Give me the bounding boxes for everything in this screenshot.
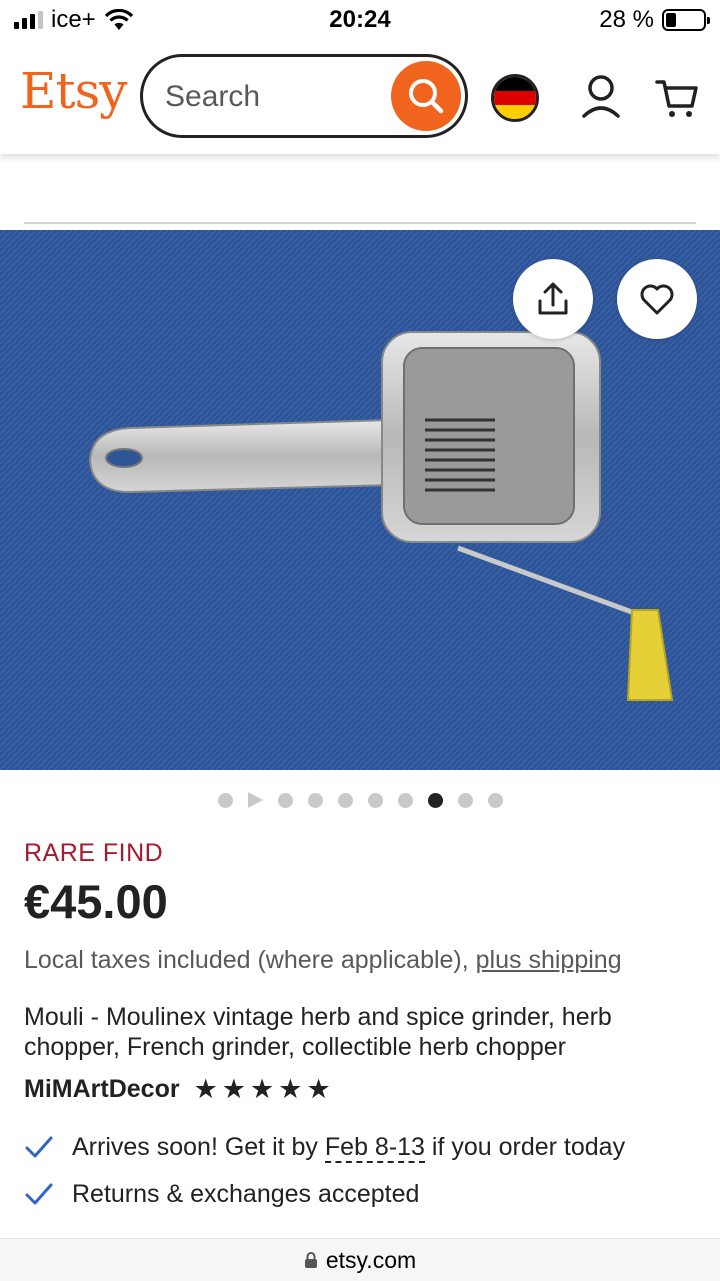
divider bbox=[24, 222, 696, 224]
rating-stars[interactable]: ★ ★ ★ ★ ★ bbox=[194, 1076, 331, 1103]
returns-text: Returns & exchanges accepted bbox=[72, 1179, 420, 1208]
battery-icon bbox=[662, 9, 710, 31]
carousel-dot[interactable] bbox=[277, 792, 293, 808]
site-header: Etsy bbox=[0, 44, 720, 154]
carousel-dot[interactable] bbox=[337, 792, 353, 808]
search-input[interactable] bbox=[165, 75, 385, 119]
carousel-dot[interactable] bbox=[217, 792, 233, 808]
heart-icon bbox=[640, 284, 674, 315]
carousel-dot[interactable] bbox=[457, 792, 473, 808]
returns-info: Returns & exchanges accepted bbox=[24, 1179, 419, 1209]
arrival-suffix: if you order today bbox=[431, 1132, 626, 1161]
etsy-logo[interactable]: Etsy bbox=[20, 62, 127, 120]
carousel-video-indicator[interactable] bbox=[247, 792, 263, 808]
arrival-prefix: Arrives soon! Get it by bbox=[72, 1132, 318, 1161]
lock-icon bbox=[304, 1252, 317, 1268]
cart-icon[interactable] bbox=[654, 72, 700, 122]
arrival-info: Arrives soon! Get it by Feb 8-13 if you … bbox=[24, 1132, 626, 1163]
status-right: 28 % bbox=[599, 6, 710, 34]
browser-url-bar[interactable]: etsy.com bbox=[0, 1238, 720, 1281]
tax-text: Local taxes included (where applicable), bbox=[24, 946, 469, 974]
share-button[interactable] bbox=[513, 259, 593, 339]
image-carousel-dots bbox=[0, 792, 720, 808]
plus-shipping-link[interactable]: plus shipping bbox=[476, 946, 622, 974]
search-bar[interactable] bbox=[140, 54, 468, 138]
price: €45.00 bbox=[24, 875, 168, 928]
rare-find-badge: RARE FIND bbox=[24, 839, 164, 867]
star-icon: ★ bbox=[193, 1074, 218, 1104]
shop-row: MiMArtDecor ★ ★ ★ ★ ★ bbox=[24, 1075, 331, 1104]
battery-percent: 28 % bbox=[599, 6, 654, 33]
germany-flag-icon[interactable] bbox=[491, 74, 539, 122]
shop-name[interactable]: MiMArtDecor bbox=[24, 1075, 180, 1104]
status-bar: ice+ 20:24 28 % bbox=[0, 0, 720, 40]
listing-title: Mouli - Moulinex vintage herb and spice … bbox=[24, 1003, 612, 1061]
product-photo-grinder bbox=[0, 230, 720, 770]
search-button[interactable] bbox=[391, 61, 461, 131]
star-icon: ★ bbox=[221, 1074, 247, 1104]
battery-level bbox=[666, 13, 677, 27]
carousel-dot[interactable] bbox=[487, 792, 503, 808]
carousel-dot[interactable] bbox=[367, 792, 383, 808]
account-icon[interactable] bbox=[578, 72, 624, 122]
star-icon: ★ bbox=[306, 1074, 331, 1104]
star-icon: ★ bbox=[278, 1074, 303, 1104]
check-icon bbox=[25, 1183, 53, 1205]
star-icon: ★ bbox=[250, 1074, 275, 1104]
carousel-dot[interactable] bbox=[427, 792, 443, 808]
carousel-dot[interactable] bbox=[397, 792, 413, 808]
url-text[interactable]: etsy.com bbox=[326, 1247, 416, 1274]
search-icon bbox=[409, 79, 444, 114]
product-image[interactable] bbox=[0, 230, 720, 770]
share-icon bbox=[538, 282, 568, 315]
arrival-dates[interactable]: Feb 8-13 bbox=[324, 1132, 425, 1163]
favorite-button[interactable] bbox=[617, 259, 697, 339]
check-icon bbox=[25, 1136, 53, 1158]
tax-info: Local taxes included (where applicable),… bbox=[24, 946, 622, 975]
carousel-dot[interactable] bbox=[307, 792, 323, 808]
